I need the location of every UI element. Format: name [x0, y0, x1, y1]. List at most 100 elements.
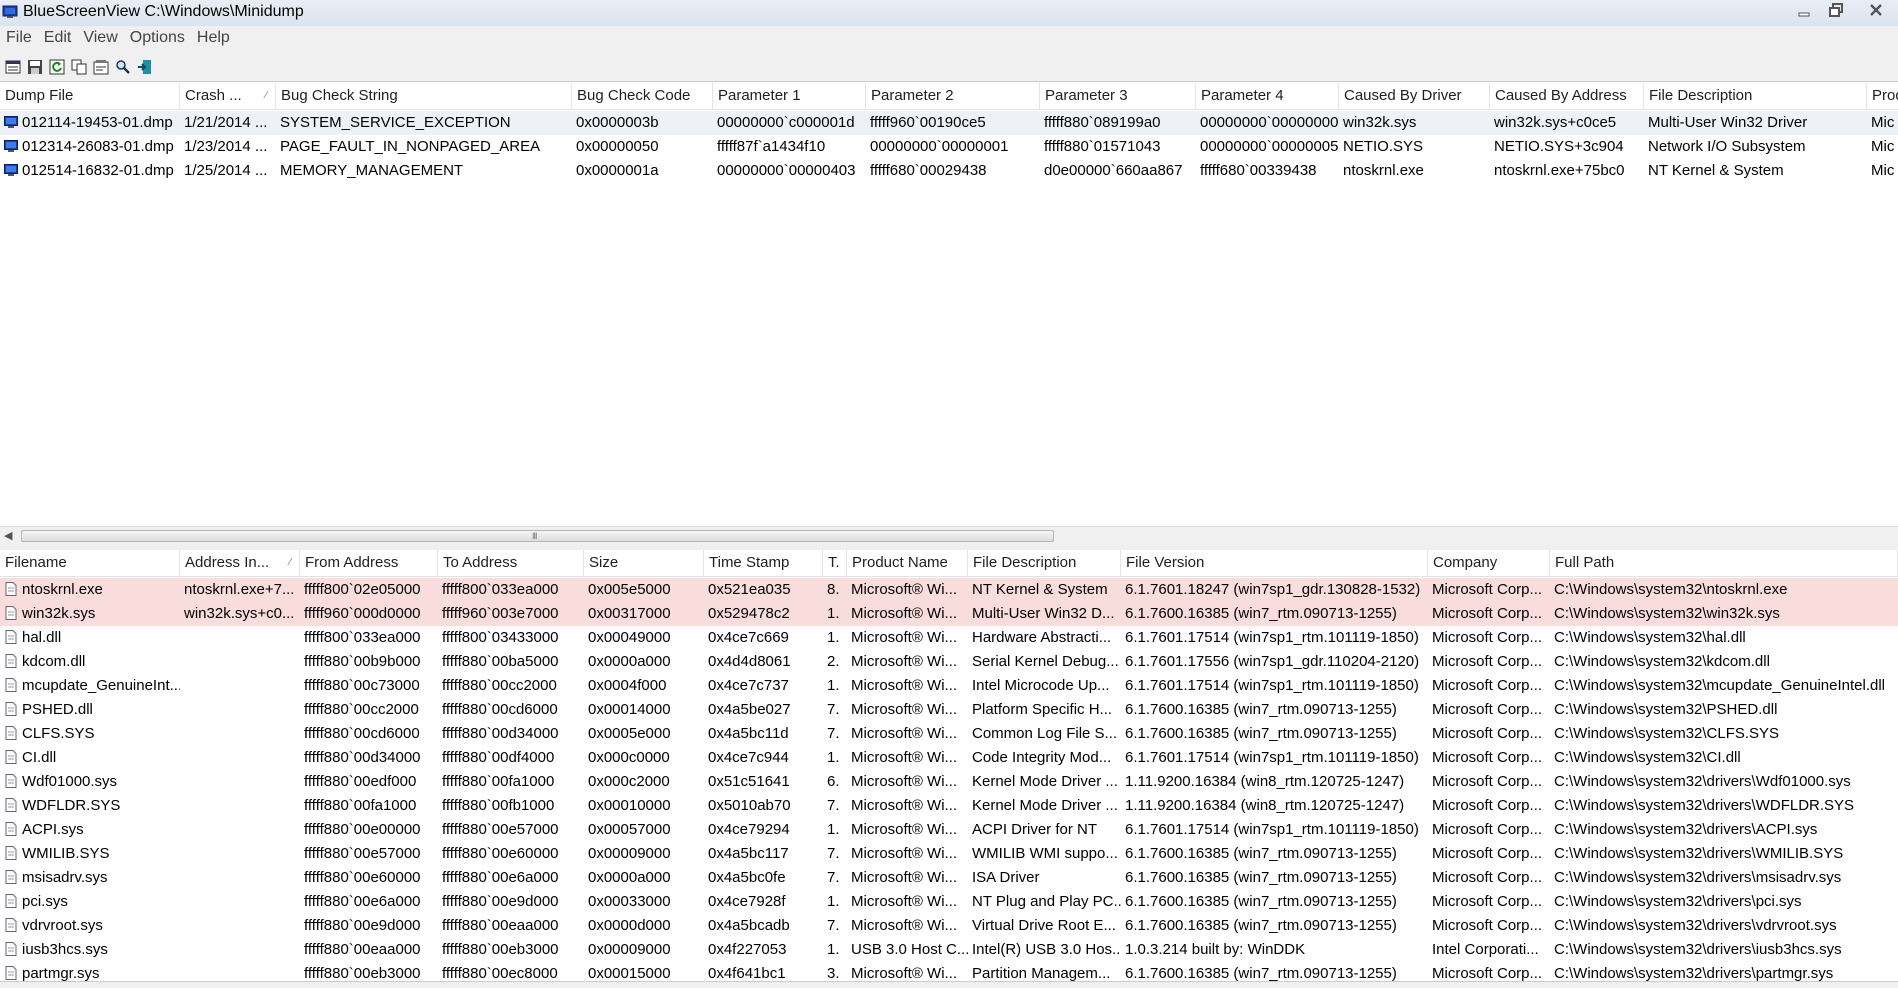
cell-text: pci.sys: [22, 893, 68, 910]
column-header-t[interactable]: T.: [823, 550, 847, 576]
minimize-button[interactable]: [1790, 0, 1818, 20]
driver-row[interactable]: win32k.sys win32k.sys+c0... fffff960`000d0…: [0, 602, 1898, 626]
cell: 00000000`c000001d: [713, 111, 866, 135]
copy-button[interactable]: [68, 56, 90, 78]
driver-row[interactable]: iusb3hcs.sys fffff880`00eaa000 fffff880`00…: [0, 938, 1898, 962]
cell: C:\Windows\system32\PSHED.dll: [1550, 698, 1898, 722]
column-header-dump-file[interactable]: Dump File: [0, 83, 180, 109]
dump-file-row[interactable]: 012314-26083-01.dmp 1/23/2014 ... PAGE_FAU…: [0, 135, 1898, 159]
column-header-bug-check-code[interactable]: Bug Check Code: [572, 83, 713, 109]
cell-text: Code Integrity Mod...: [972, 749, 1112, 766]
column-header-company[interactable]: Company: [1428, 550, 1550, 576]
column-header-caused-by-driver[interactable]: Caused By Driver: [1339, 83, 1490, 109]
cell: 6.1.7600.16385 (win7_rtm.090713-1255): [1121, 698, 1428, 722]
cell-text: 6.1.7601.18247 (win7sp1_gdr.130828-1532): [1125, 581, 1421, 598]
menu-help[interactable]: Help: [191, 26, 236, 52]
cell-text: Microsoft® Wi...: [851, 605, 958, 622]
column-header-size[interactable]: Size: [584, 550, 704, 576]
cell: fffff880`00e9d000: [438, 890, 584, 914]
cell: 6.1.7600.16385 (win7_rtm.090713-1255): [1121, 602, 1428, 626]
cell-text: NT Kernel & System: [1648, 162, 1784, 179]
maximize-button[interactable]: [1822, 0, 1850, 20]
driver-row[interactable]: WDFLDR.SYS fffff880`00fa1000 fffff880`00fb…: [0, 794, 1898, 818]
column-header-parameter-4[interactable]: Parameter 4: [1196, 83, 1339, 109]
driver-row[interactable]: vdrvroot.sys fffff880`00e9d000 fffff880`00…: [0, 914, 1898, 938]
cell: 0x5010ab70: [704, 794, 823, 818]
driver-row[interactable]: hal.dll fffff800`033ea000 fffff800`0343300…: [0, 626, 1898, 650]
cell: 1.: [823, 674, 847, 698]
column-header-to-address[interactable]: To Address: [438, 550, 584, 576]
driver-row[interactable]: PSHED.dll fffff880`00cc2000 fffff880`00cd6…: [0, 698, 1898, 722]
html-report-button[interactable]: [2, 56, 24, 78]
dump-file-row[interactable]: 012514-16832-01.dmp 1/25/2014 ... MEMORY_M…: [0, 159, 1898, 183]
column-header-address-in[interactable]: Address In... ⁄: [180, 550, 300, 576]
cell: 0x4ce7c944: [704, 746, 823, 770]
column-header-caused-by-address[interactable]: Caused By Address: [1490, 83, 1644, 109]
column-header-parameter-3[interactable]: Parameter 3: [1040, 83, 1196, 109]
window-title: BlueScreenView C:\Windows\Minidump: [23, 3, 304, 20]
cell-text: 0x521ea035: [708, 581, 791, 598]
cell-text: 1.11.9200.16384 (win8_rtm.120725-1247): [1125, 773, 1405, 790]
cell: CLFS.SYS: [0, 722, 180, 746]
cell: d0e00000`660aa867: [1040, 159, 1196, 183]
cell: win32k.sys+c0...: [180, 602, 300, 626]
column-header-file-description[interactable]: File Description: [968, 550, 1121, 576]
cell: Hardware Abstracti...: [968, 626, 1121, 650]
find-button[interactable]: [112, 56, 134, 78]
column-header-full-path[interactable]: Full Path: [1550, 550, 1898, 576]
menu-edit[interactable]: Edit: [38, 26, 78, 52]
menu-view[interactable]: View: [77, 26, 123, 52]
dump-file-row[interactable]: 012114-19453-01.dmp 1/21/2014 ... SYSTEM_S…: [0, 111, 1898, 135]
menu-bar: File Edit View Options Help: [0, 26, 1898, 52]
driver-row[interactable]: CI.dll fffff880`00d34000 fffff880`00df4000…: [0, 746, 1898, 770]
column-header-parameter-2[interactable]: Parameter 2: [866, 83, 1040, 109]
column-header-product-name[interactable]: Product Name: [847, 550, 968, 576]
cell-text: 6.1.7601.17514 (win7sp1_rtm.101119-1850): [1125, 677, 1419, 694]
save-button[interactable]: [24, 56, 46, 78]
driver-row[interactable]: msisadrv.sys fffff880`00e60000 fffff880`00…: [0, 866, 1898, 890]
driver-row[interactable]: mcupdate_GenuineInt... fffff880`00c73000 f…: [0, 674, 1898, 698]
cell-text: fffff880`00fa1000: [442, 773, 555, 790]
scrollbar-thumb[interactable]: III: [21, 530, 1054, 542]
driver-row[interactable]: kdcom.dll fffff880`00b9b000 fffff880`00ba5…: [0, 650, 1898, 674]
cell: 1/25/2014 ...: [180, 159, 276, 183]
column-header-filename[interactable]: Filename: [0, 550, 180, 576]
driver-row[interactable]: ntoskrnl.exe ntoskrnl.exe+7... fffff800`02…: [0, 578, 1898, 602]
cell: [180, 794, 300, 818]
cell: fffff880`00d34000: [438, 722, 584, 746]
driver-row[interactable]: ACPI.sys fffff880`00e00000 fffff880`00e570…: [0, 818, 1898, 842]
cell-text: 0x005e5000: [588, 581, 671, 598]
close-button[interactable]: [1856, 0, 1896, 20]
exit-button[interactable]: [134, 56, 156, 78]
cell: iusb3hcs.sys: [0, 938, 180, 962]
menu-options[interactable]: Options: [124, 26, 191, 52]
column-header-file-description[interactable]: File Description: [1644, 83, 1867, 109]
driver-row[interactable]: WMILIB.SYS fffff880`00e57000 fffff880`00e6…: [0, 842, 1898, 866]
cell-text: C:\Windows\system32\drivers\iusb3hcs.sys: [1554, 941, 1842, 958]
column-header-from-address[interactable]: From Address: [300, 550, 438, 576]
horizontal-scrollbar[interactable]: ◀ III: [0, 526, 1898, 545]
cell: 1.: [823, 818, 847, 842]
properties-button[interactable]: [90, 56, 112, 78]
driver-row[interactable]: CLFS.SYS fffff880`00cd6000 fffff880`00d340…: [0, 722, 1898, 746]
cell: fffff880`00cc2000: [438, 674, 584, 698]
column-header-time-stamp[interactable]: Time Stamp: [704, 550, 823, 576]
column-header-label: T.: [828, 554, 840, 571]
driver-row[interactable]: partmgr.sys fffff880`00eb3000 fffff880`00e…: [0, 962, 1898, 981]
driver-row[interactable]: Wdf01000.sys fffff880`00edf000 fffff880`00…: [0, 770, 1898, 794]
driver-row[interactable]: pci.sys fffff880`00e6a000 fffff880`00e9d00…: [0, 890, 1898, 914]
column-header-file-version[interactable]: File Version: [1121, 550, 1428, 576]
column-header-prod[interactable]: Prod: [1867, 83, 1898, 109]
column-header-parameter-1[interactable]: Parameter 1: [713, 83, 866, 109]
scroll-left-icon[interactable]: ◀: [4, 529, 12, 542]
column-header-crash[interactable]: Crash ... ⁄: [180, 83, 276, 109]
cell-text: Serial Kernel Debug...: [972, 653, 1119, 670]
cell: fffff880`00b9b000: [300, 650, 438, 674]
cell: Microsoft® Wi...: [847, 794, 968, 818]
copy-icon: [71, 59, 87, 74]
refresh-button[interactable]: [46, 56, 68, 78]
menu-file[interactable]: File: [0, 26, 38, 52]
cell-text: Microsoft Corp...: [1432, 581, 1543, 598]
cell-text: Microsoft® Wi...: [851, 629, 958, 646]
column-header-bug-check-string[interactable]: Bug Check String: [276, 83, 572, 109]
